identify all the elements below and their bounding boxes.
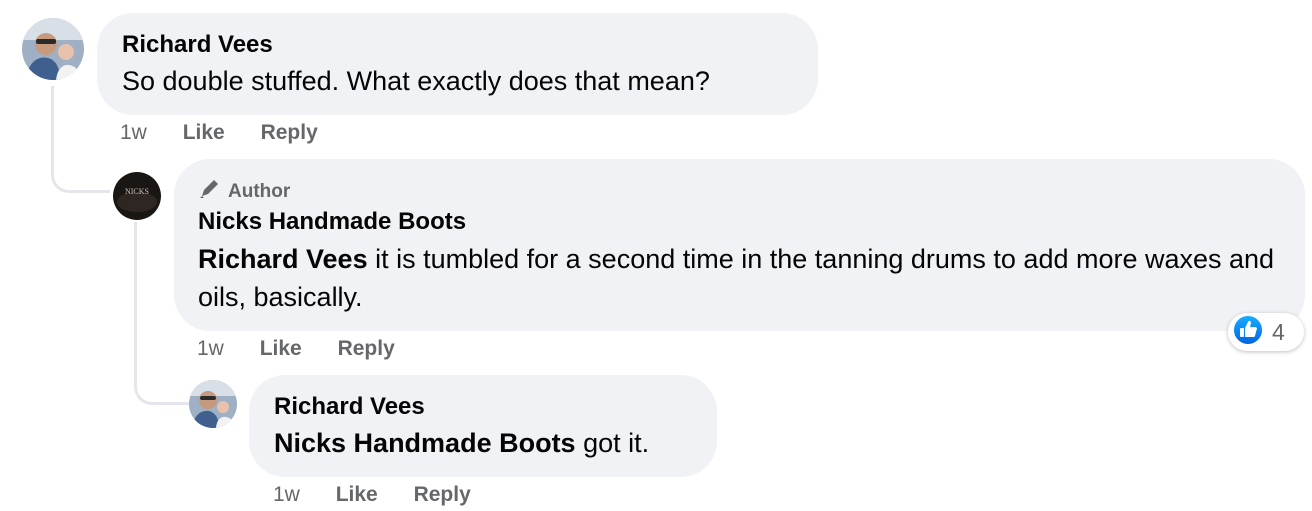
reaction-summary[interactable]: 4 <box>1228 313 1304 351</box>
mention-link[interactable]: Richard Vees <box>198 244 368 274</box>
comment-actions: 1w Like Reply <box>197 336 395 362</box>
comment-text: So double stuffed. What exactly does tha… <box>122 62 710 100</box>
reply-button[interactable]: Reply <box>338 337 395 360</box>
comment-author[interactable]: Richard Vees <box>122 31 273 59</box>
comment-author[interactable]: Richard Vees <box>274 393 425 421</box>
pen-icon <box>198 176 222 207</box>
comment-timestamp[interactable]: 1w <box>197 337 224 360</box>
avatar[interactable] <box>22 18 84 80</box>
comment-timestamp[interactable]: 1w <box>120 121 147 144</box>
reaction-count: 4 <box>1272 318 1285 345</box>
like-button[interactable]: Like <box>260 337 302 360</box>
author-badge-label: Author <box>228 181 291 202</box>
avatar[interactable]: NICKS <box>113 172 161 220</box>
avatar[interactable] <box>189 380 237 428</box>
like-button[interactable]: Like <box>183 121 225 144</box>
avatar-logo-text: NICKS <box>125 187 149 196</box>
comment-text: Nicks Handmade Boots got it. <box>274 424 649 462</box>
comment-author[interactable]: Nicks Handmade Boots <box>198 208 466 236</box>
author-badge: Author <box>198 176 290 207</box>
reply-button[interactable]: Reply <box>261 121 318 144</box>
comment-timestamp[interactable]: 1w <box>273 483 300 506</box>
mention-link[interactable]: Nicks Handmade Boots <box>274 428 576 458</box>
comment-actions: 1w Like Reply <box>273 482 471 508</box>
like-thumb-icon <box>1232 313 1264 351</box>
reply-button[interactable]: Reply <box>414 483 471 506</box>
comment-body: got it. <box>575 428 650 458</box>
comment-text: Richard Vees it is tumbled for a second … <box>198 240 1288 316</box>
thread-line-1 <box>51 86 110 193</box>
like-button[interactable]: Like <box>336 483 378 506</box>
comment-body: So double stuffed. What exactly does tha… <box>122 66 710 96</box>
comment-actions: 1w Like Reply <box>120 120 318 146</box>
